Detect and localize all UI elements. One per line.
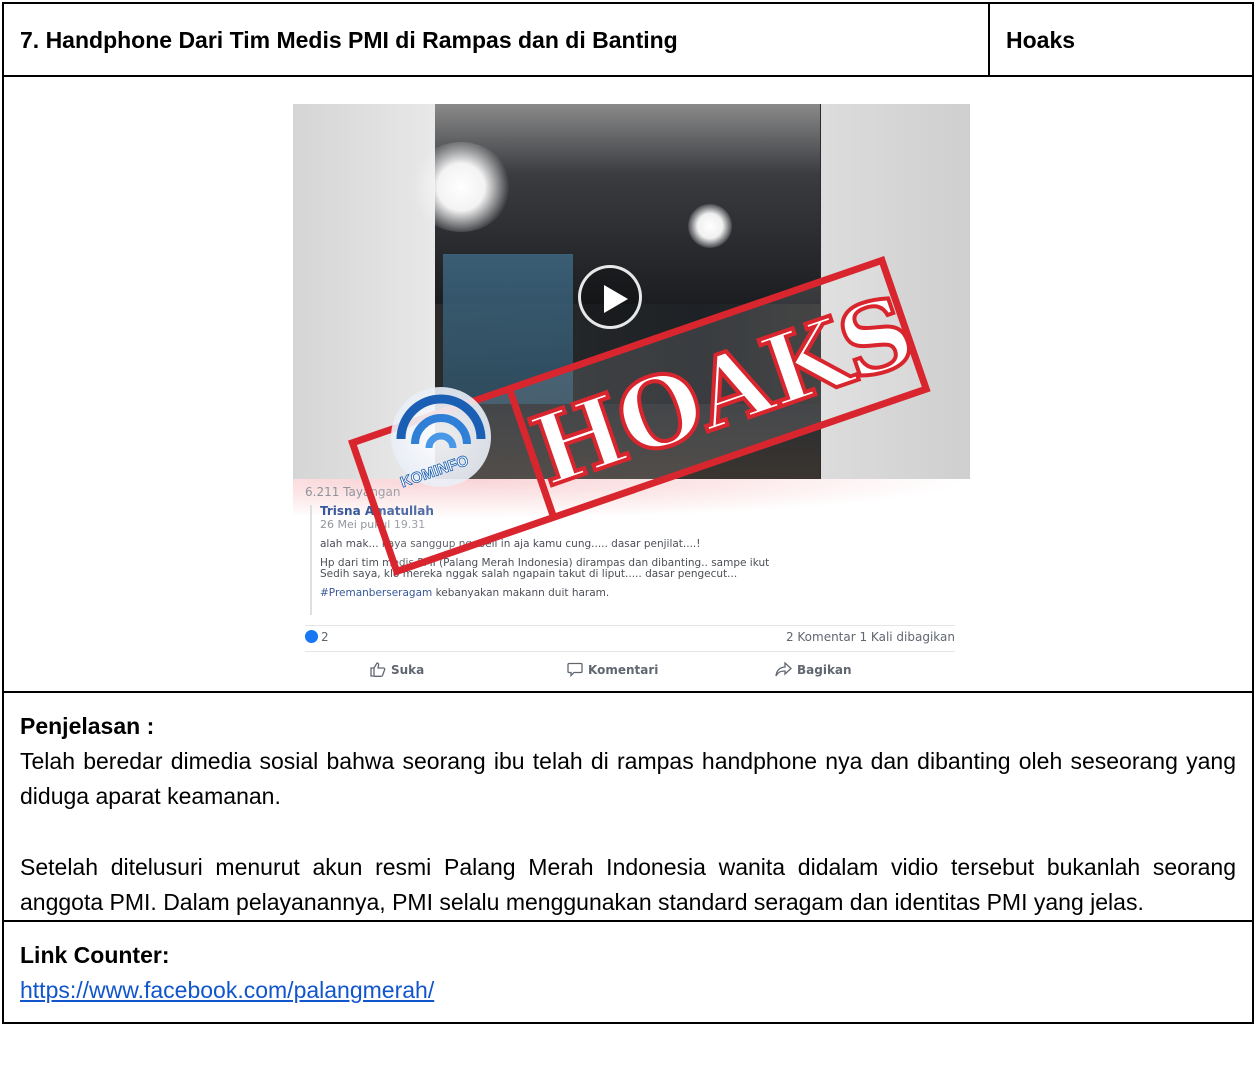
explanation-paragraph-1: Telah beredar dimedia sosial bahwa seora… <box>20 748 1236 809</box>
like-count[interactable]: 2 <box>321 630 329 644</box>
post-stats[interactable]: 2 Komentar 1 Kali dibagikan <box>786 630 955 644</box>
counter-row: Link Counter: https://www.facebook.com/p… <box>2 920 1254 1024</box>
hoax-screenshot: 6.211 Tayangan Trisna Amatullah 26 Mei p… <box>293 104 970 686</box>
like-reaction-icon <box>305 630 318 643</box>
post-date: 26 Mei pukul 19.31 <box>320 518 426 531</box>
hoax-report-table: 7. Handphone Dari Tim Medis PMI di Rampa… <box>2 2 1254 1024</box>
explanation-row: Penjelasan : Telah beredar dimedia sosia… <box>2 691 1254 922</box>
views-count: 6.211 Tayangan <box>305 485 401 499</box>
post-hashtag-line: #Premanberseragam kebanyakan makann duit… <box>320 588 950 599</box>
counter-cell: Link Counter: https://www.facebook.com/p… <box>2 920 1254 1024</box>
like-label: Suka <box>391 663 425 677</box>
video-scene-light <box>688 204 732 248</box>
comment-button[interactable]: Komentari <box>567 662 659 678</box>
share-label: Bagikan <box>797 663 852 677</box>
image-cell: 6.211 Tayangan Trisna Amatullah 26 Mei p… <box>2 75 1254 693</box>
verdict-cell: Hoaks <box>988 2 1254 77</box>
post-author[interactable]: Trisna Amatullah <box>320 505 950 518</box>
counter-link[interactable]: https://www.facebook.com/palangmerah/ <box>20 977 434 1003</box>
facebook-post: 6.211 Tayangan Trisna Amatullah 26 Mei p… <box>293 479 970 686</box>
explanation-heading: Penjelasan : <box>20 713 155 739</box>
reactions-bar: 2 2 Komentar 1 Kali dibagikan <box>305 625 955 648</box>
share-button[interactable]: Bagikan <box>775 661 852 677</box>
thumbs-up-icon <box>370 662 386 677</box>
comment-label: Komentari <box>588 663 659 677</box>
title-cell: 7. Handphone Dari Tim Medis PMI di Rampa… <box>2 2 990 77</box>
verdict-label: Hoaks <box>1006 27 1076 53</box>
explanation-paragraph-2: Setelah ditelusuri menurut akun resmi Pa… <box>20 854 1236 915</box>
share-icon <box>775 661 792 677</box>
like-button[interactable]: Suka <box>370 662 424 677</box>
explanation-cell: Penjelasan : Telah beredar dimedia sosia… <box>2 691 1254 922</box>
post-text-line: Sedih saya, klo mereka nggak salah ngapa… <box>320 568 738 580</box>
post-text-line: kebanyakan makann duit haram. <box>432 587 610 599</box>
play-icon[interactable] <box>578 265 642 329</box>
post-hashtag[interactable]: #Premanberseragam <box>320 587 432 599</box>
comment-icon <box>567 662 583 678</box>
post-text-line: alah mak... kaya sanggup ngebeli in aja … <box>320 538 701 550</box>
post-content: Trisna Amatullah 26 Mei pukul 19.31 alah… <box>310 505 950 615</box>
image-row: 6.211 Tayangan Trisna Amatullah 26 Mei p… <box>2 75 1254 693</box>
post-actions: Suka Komentari Bagikan <box>305 651 955 682</box>
video-scene-light <box>411 142 511 232</box>
counter-heading: Link Counter: <box>20 942 170 968</box>
report-title: 7. Handphone Dari Tim Medis PMI di Rampa… <box>20 27 678 53</box>
video-scene-ground <box>435 404 820 479</box>
video-frame <box>293 104 970 479</box>
header-row: 7. Handphone Dari Tim Medis PMI di Rampa… <box>2 2 1254 77</box>
